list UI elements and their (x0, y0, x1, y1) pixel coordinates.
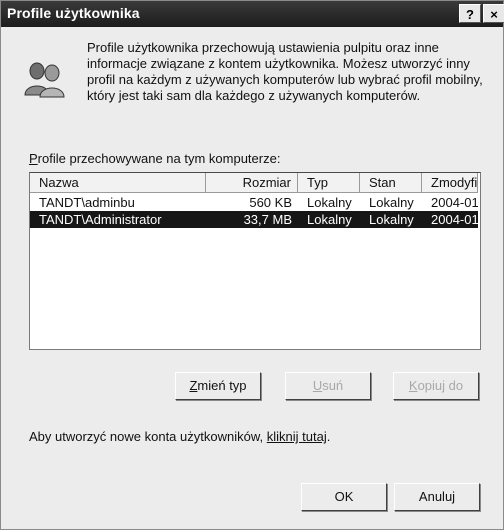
users-icon (24, 62, 65, 98)
copy-to-button[interactable]: Kopiuj do (393, 372, 479, 400)
create-accounts-text: Aby utworzyć nowe konta użytkowników, kl… (29, 429, 330, 444)
change-type-button[interactable]: Zmień typ (175, 372, 261, 400)
column-header-name[interactable]: Nazwa (30, 173, 206, 193)
cell-size: 33,7 MB (243, 212, 292, 227)
column-header-size[interactable]: Rozmiar (206, 173, 298, 193)
column-header-state[interactable]: Stan (360, 173, 422, 193)
change-type-label: mień typ (197, 378, 247, 393)
table-row[interactable]: TANDT\adminbu 560 KB Lokalny Lokalny 200… (30, 194, 478, 211)
list-header: Nazwa Rozmiar Typ Stan Zmodyfi... (30, 173, 478, 193)
title-bar: Profile użytkownika ? × (1, 1, 504, 27)
cell-type: Lokalny (307, 212, 352, 227)
user-profiles-dialog: Profile użytkownika ? × Profile użytkown… (0, 0, 504, 530)
delete-label: suń (322, 378, 344, 393)
copy-to-mnemonic: K (408, 378, 418, 393)
cell-type: Lokalny (307, 195, 352, 210)
cell-state: Lokalny (369, 195, 414, 210)
cell-modified: 2004-01... (431, 212, 478, 227)
profiles-list-label: Profile przechowywane na tym komputerze: (29, 151, 280, 166)
cell-modified: 2004-01... (431, 195, 478, 210)
copy-to-label: opiuj do (417, 378, 464, 393)
help-button[interactable]: ? (459, 4, 481, 23)
create-accounts-suffix: . (326, 429, 331, 444)
cancel-button[interactable]: Anuluj (394, 483, 480, 511)
create-accounts-prefix: Aby utworzyć nowe konta użytkowników, (29, 429, 267, 444)
profiles-description: Profile użytkownika przechowują ustawien… (87, 40, 483, 103)
profiles-list[interactable]: Nazwa Rozmiar Typ Stan Zmodyfi... TANDT\… (29, 172, 481, 350)
profiles-label-text: rofile przechowywane na tym komputerze: (37, 151, 281, 166)
table-row-selected[interactable]: TANDT\Administrator 33,7 MB Lokalny Loka… (30, 211, 478, 228)
ok-button[interactable]: OK (301, 483, 387, 511)
cell-size: 560 KB (249, 195, 292, 210)
column-header-modified[interactable]: Zmodyfi... (422, 173, 478, 193)
cell-name: TANDT\adminbu (39, 195, 135, 210)
delete-button[interactable]: Usuń (285, 372, 371, 400)
profiles-label-mnemonic: P (29, 151, 38, 166)
cell-state: Lokalny (369, 212, 414, 227)
column-header-type[interactable]: Typ (298, 173, 360, 193)
close-button[interactable]: × (483, 4, 504, 23)
delete-mnemonic: U (312, 378, 323, 393)
create-accounts-link[interactable]: kliknij tutaj (267, 429, 327, 444)
cell-name: TANDT\Administrator (39, 212, 162, 227)
dialog-title: Profile użytkownika (7, 5, 140, 21)
